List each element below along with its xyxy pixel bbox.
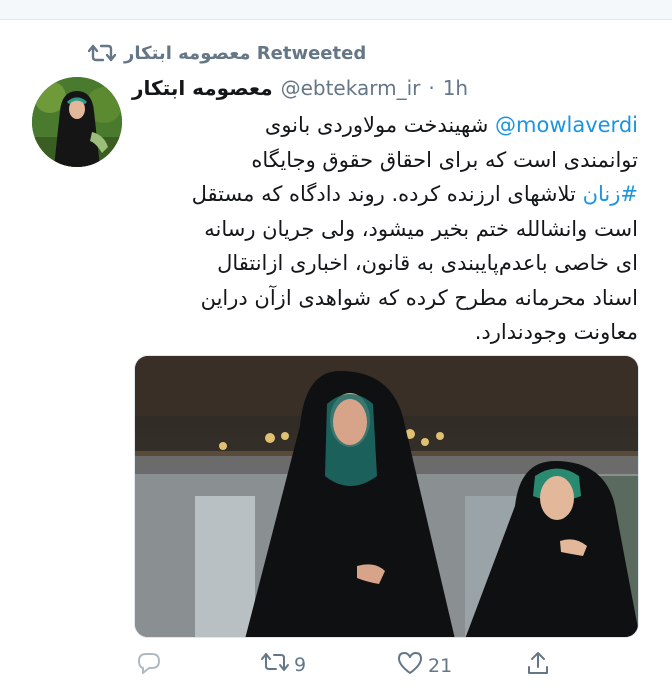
retweet-count: 9 [294,653,307,676]
author-handle[interactable]: @ebtekarm_ir [281,76,421,100]
reply-icon [136,650,162,681]
heart-icon [396,650,424,681]
tweet-line-4: است وانشالله ختم بخیر میشود، ولی جریان ر… [204,216,638,241]
mention-link[interactable]: @mowlaverdi [495,113,638,137]
author-name[interactable]: معصومه ابتکار [132,76,273,100]
tweet-line-2: توانمندی است که برای احقاق حقوق وجایگاه [251,147,638,172]
tweet-header: معصومه ابتکار @ebtekarm_ir · 1h [132,76,652,106]
tweet-line-1: @mowlaverdi شهیندخت مولاوردی بانوی [133,108,638,143]
retweet-button[interactable]: 9 [260,650,306,679]
hashtag-link[interactable]: #زنان [583,182,638,206]
share-icon [526,650,550,681]
retweet-banner-label: معصومه ابتکار Retweeted [124,42,367,64]
tweet-line-1-text: شهیندخت مولاوردی بانوی [264,113,489,137]
tweet-line-5: ای خاصی باعدم‌پایبندی به قانون، اخباری ا… [217,251,638,275]
like-button[interactable]: 21 [396,650,452,681]
tweet-photo[interactable] [134,355,639,638]
tweet-actions: 9 21 [132,650,562,682]
like-count: 21 [428,654,453,677]
reply-button[interactable] [136,650,162,681]
tweet-text: @mowlaverdi شهیندخت مولاوردی بانوی توانم… [133,108,638,350]
retweet-icon [88,42,116,64]
tweet-line-3: #زنان تلاشهای ارزنده کرده. روند دادگاه ک… [133,177,638,212]
header-separator: · [428,76,435,100]
tweet-line-6: اسناد محرمانه مطرح کرده که شواهدی ازآن د… [200,285,638,310]
retweet-banner: معصومه ابتکار Retweeted [88,40,366,66]
avatar[interactable] [32,77,122,167]
top-edge [0,0,672,20]
share-button[interactable] [526,650,550,681]
tweet-line-7: معاونت وجودندارد. [474,320,638,344]
retweet-action-icon [260,650,290,679]
tweet-time[interactable]: 1h [443,76,468,100]
tweet-line-3-text: تلاشهای ارزنده کرده. روند دادگاه که مستق… [191,182,576,206]
